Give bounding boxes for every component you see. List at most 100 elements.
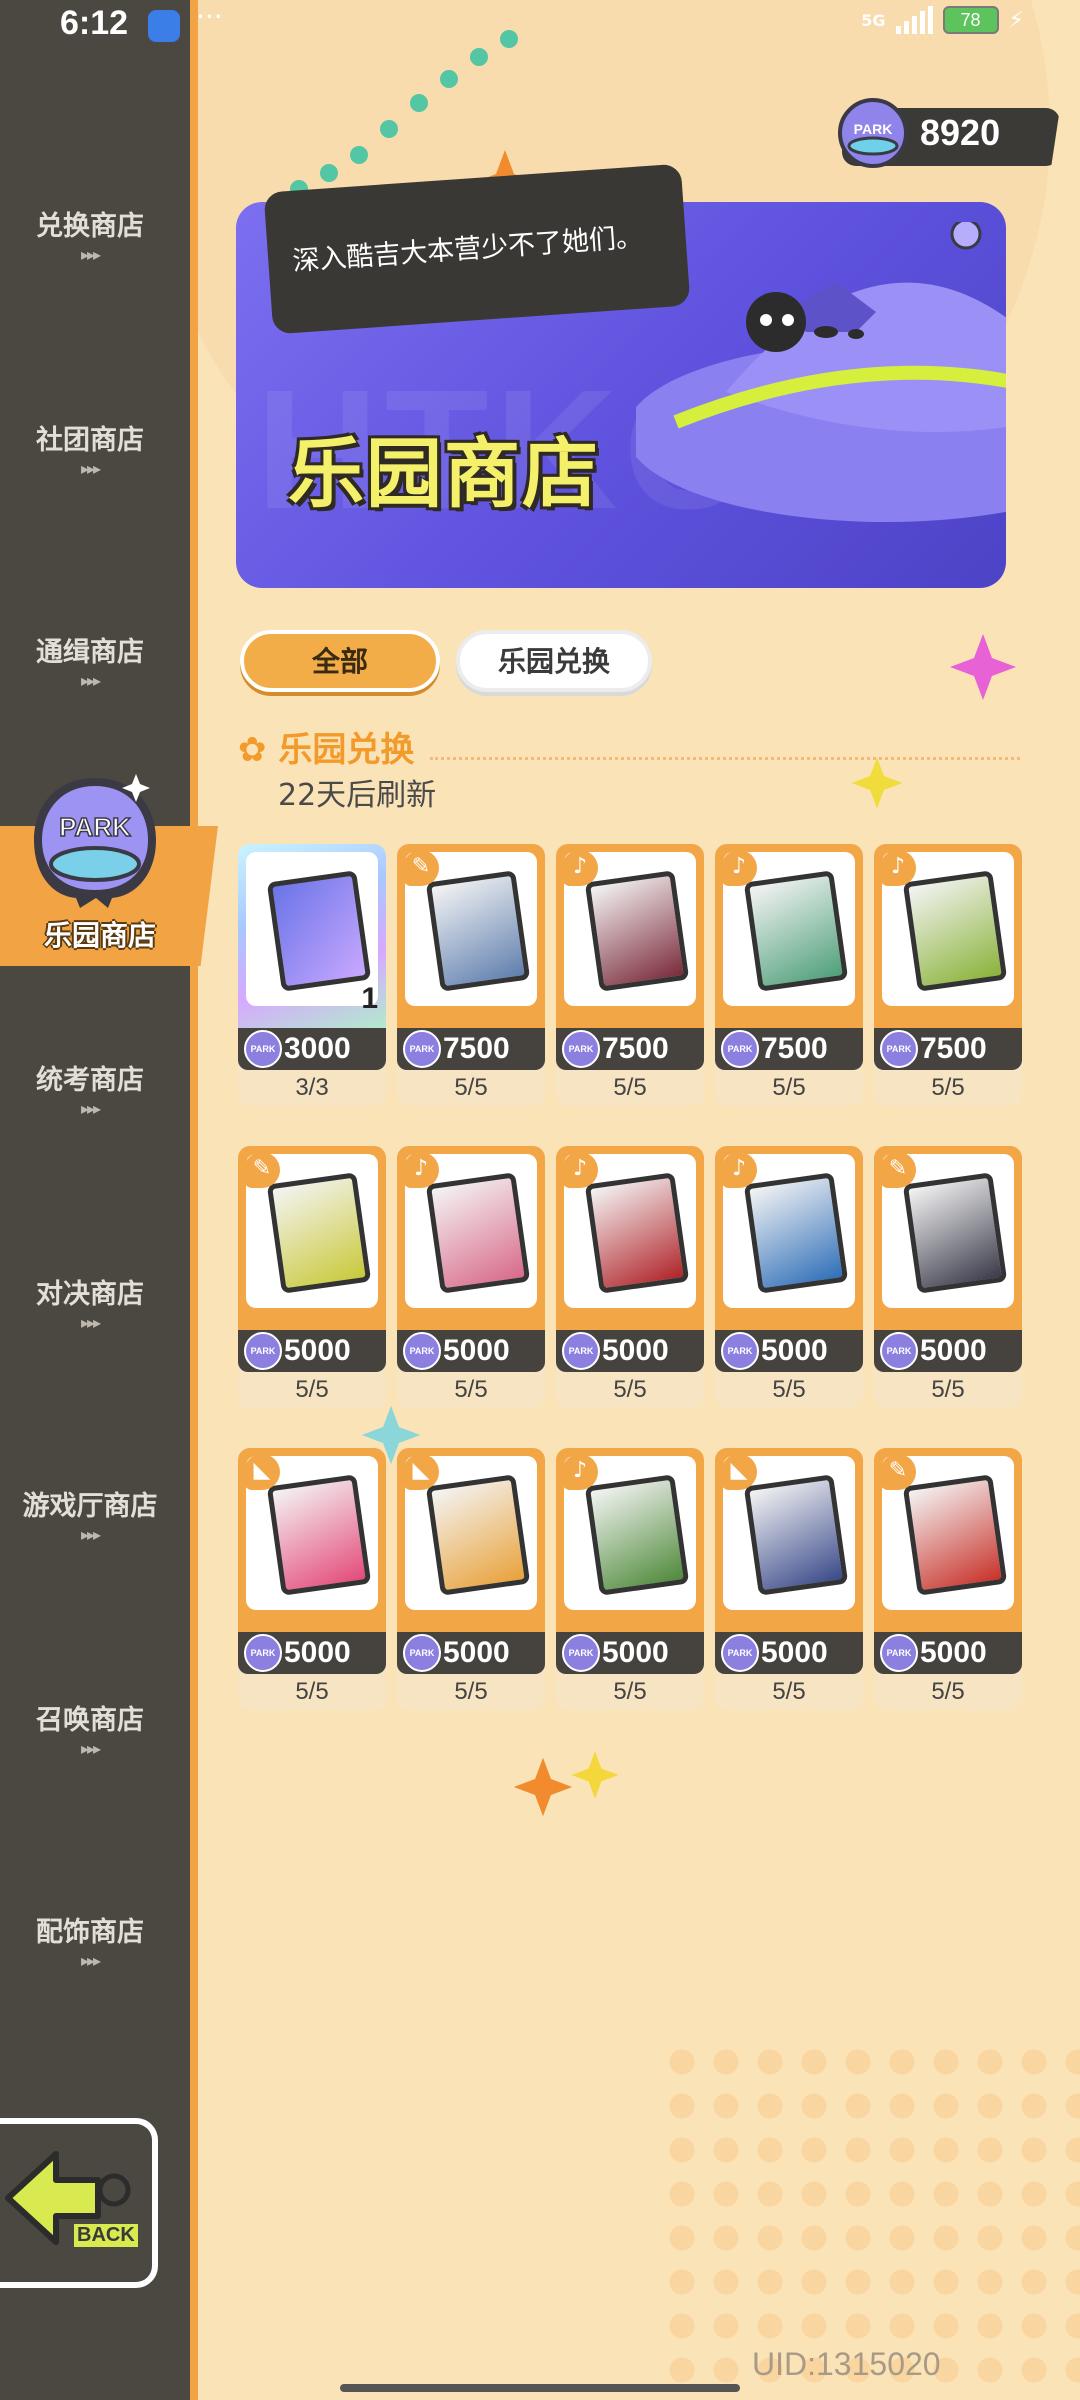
park-coin-icon: PARK [562, 1332, 600, 1370]
section-title-label: 乐园兑换 [278, 730, 415, 770]
shop-item[interactable]: ✎ PARK 5000 5/5 [238, 1146, 386, 1408]
item-card: ✎ [874, 1146, 1022, 1336]
item-card: ◣ [397, 1448, 545, 1638]
park-coin-icon: PARK [244, 1030, 282, 1068]
shop-item[interactable]: ♪ PARK 5000 5/5 [715, 1146, 863, 1408]
refresh-timer: 22天后刷新 [278, 778, 437, 813]
item-price: PARK 5000 [556, 1632, 704, 1674]
store-sidebar: 兑换商店 ▸▸▸ 社团商店 ▸▸▸ 通缉商店 ▸▸▸ 统考商店 ▸▸▸ 对决商店… [0, 0, 198, 2400]
park-coin-icon: PARK [880, 1030, 918, 1068]
park-coin-icon: PARK [562, 1030, 600, 1068]
park-coin-icon: PARK [244, 1332, 282, 1370]
tab-all[interactable]: 全部 [240, 630, 440, 692]
shop-item[interactable]: ✎ PARK 5000 5/5 [874, 1146, 1022, 1408]
shop-item[interactable]: ◣ PARK 5000 5/5 [238, 1448, 386, 1710]
shop-item[interactable]: ◣ PARK 5000 5/5 [715, 1448, 863, 1710]
tab-park-exchange[interactable]: 乐园兑换 [456, 630, 652, 692]
item-price-value: 5000 [920, 1334, 987, 1367]
sidebar-item-arcade-store[interactable]: 游戏厅商店 ▸▸▸ [0, 1484, 180, 1544]
shop-item[interactable]: ♪ PARK 7500 5/5 [715, 844, 863, 1106]
sidebar-item-summon-store[interactable]: 召唤商店 ▸▸▸ [0, 1698, 180, 1758]
park-coin-icon: PARK [721, 1634, 759, 1672]
park-coin-icon: PARK [880, 1332, 918, 1370]
more-notifications-icon: ··· [196, 0, 223, 33]
item-type-badge-icon: ✎ [880, 1454, 916, 1490]
arrows-icon: ▸▸▸ [80, 1313, 101, 1332]
item-price-value: 7500 [920, 1032, 987, 1065]
item-purchase-limit: 5/5 [613, 1678, 647, 1705]
item-purchase-limit: 5/5 [613, 1376, 647, 1403]
arrows-icon: ▸▸▸ [80, 1739, 101, 1758]
svg-text:PARK: PARK [854, 121, 893, 137]
back-label: BACK [74, 2224, 138, 2247]
item-purchase-limit: 5/5 [454, 1376, 488, 1403]
item-card: ✎ [874, 1448, 1022, 1638]
pink-star-icon [950, 634, 1016, 700]
item-purchase-limit: 5/5 [454, 1678, 488, 1705]
sidebar-item-exchange-store[interactable]: 兑换商店 ▸▸▸ [0, 204, 180, 264]
home-indicator[interactable] [340, 2384, 740, 2392]
park-coin-icon: PARK [403, 1030, 441, 1068]
section-title: ✿ 乐园兑换 [238, 722, 414, 771]
item-price-value: 5000 [443, 1334, 510, 1367]
sidebar-item-exam-store[interactable]: 统考商店 ▸▸▸ [0, 1058, 180, 1118]
item-type-badge-icon: ♪ [403, 1152, 439, 1188]
item-price-value: 5000 [602, 1636, 669, 1669]
item-price: PARK 5000 [238, 1330, 386, 1372]
character-portrait [743, 870, 849, 992]
item-purchase-limit: 5/5 [931, 1678, 965, 1705]
status-time: 6:12 [60, 4, 129, 42]
item-type-badge-icon: ✎ [880, 1152, 916, 1188]
shop-item[interactable]: 1 PARK 3000 3/3 [238, 844, 386, 1106]
item-price-value: 7500 [443, 1032, 510, 1065]
sidebar-item-label: 通缉商店 [36, 637, 144, 668]
sidebar-item-wanted-store[interactable]: 通缉商店 ▸▸▸ [0, 630, 180, 690]
item-type-badge-icon: ✎ [403, 850, 439, 886]
item-card: ♪ [715, 844, 863, 1034]
item-type-badge-icon: ◣ [403, 1454, 439, 1490]
status-bar: 6:12 ··· 5G 78 ⚡ [0, 0, 1080, 48]
item-purchase-limit: 3/3 [295, 1074, 329, 1101]
park-coin-icon: PARK [562, 1634, 600, 1672]
sidebar-item-club-store[interactable]: 社团商店 ▸▸▸ [0, 418, 180, 478]
ticket-icon [266, 870, 372, 992]
yellow-star-icon [571, 1751, 619, 1799]
item-card: ♪ [715, 1146, 863, 1336]
item-card: 1 [238, 844, 386, 1034]
item-purchase-limit: 5/5 [772, 1678, 806, 1705]
sidebar-item-label: 配饰商店 [36, 1917, 144, 1948]
item-price: PARK 7500 [874, 1028, 1022, 1070]
item-price: PARK 3000 [238, 1028, 386, 1070]
sidebar-item-label: 社团商店 [36, 425, 144, 456]
character-portrait [584, 870, 690, 992]
shop-item[interactable]: ✎ PARK 5000 5/5 [874, 1448, 1022, 1710]
item-purchase-limit: 5/5 [454, 1074, 488, 1101]
shop-item[interactable]: ✎ PARK 7500 5/5 [397, 844, 545, 1106]
shop-item[interactable]: ♪ PARK 7500 5/5 [874, 844, 1022, 1106]
park-coin-icon: PARK [880, 1634, 918, 1672]
shop-item[interactable]: ♪ PARK 7500 5/5 [556, 844, 704, 1106]
item-card: ✎ [397, 844, 545, 1034]
park-coin-icon: PARK [244, 1634, 282, 1672]
back-button[interactable]: BACK [0, 2118, 158, 2288]
shop-item[interactable]: ◣ PARK 5000 5/5 [397, 1448, 545, 1710]
item-card: ♪ [556, 844, 704, 1034]
item-card: ♪ [397, 1146, 545, 1336]
shop-item[interactable]: ♪ PARK 5000 5/5 [397, 1146, 545, 1408]
item-price: PARK 7500 [397, 1028, 545, 1070]
shop-item[interactable]: ♪ PARK 5000 5/5 [556, 1448, 704, 1710]
item-card: ♪ [874, 844, 1022, 1034]
item-card: ◣ [715, 1448, 863, 1638]
sidebar-item-accessory-store[interactable]: 配饰商店 ▸▸▸ [0, 1910, 180, 1970]
item-price: PARK 5000 [397, 1330, 545, 1372]
arrows-icon: ▸▸▸ [80, 459, 101, 478]
item-purchase-limit: 5/5 [295, 1376, 329, 1403]
character-portrait [266, 1172, 372, 1294]
network-type: 5G [861, 10, 886, 30]
yellow-star-icon [851, 757, 903, 809]
currency-amount: 8920 [920, 112, 1001, 153]
shop-item[interactable]: ♪ PARK 5000 5/5 [556, 1146, 704, 1408]
sidebar-item-label: 游戏厅商店 [22, 1491, 158, 1522]
sidebar-item-duel-store[interactable]: 对决商店 ▸▸▸ [0, 1272, 180, 1332]
item-price: PARK 5000 [874, 1330, 1022, 1372]
